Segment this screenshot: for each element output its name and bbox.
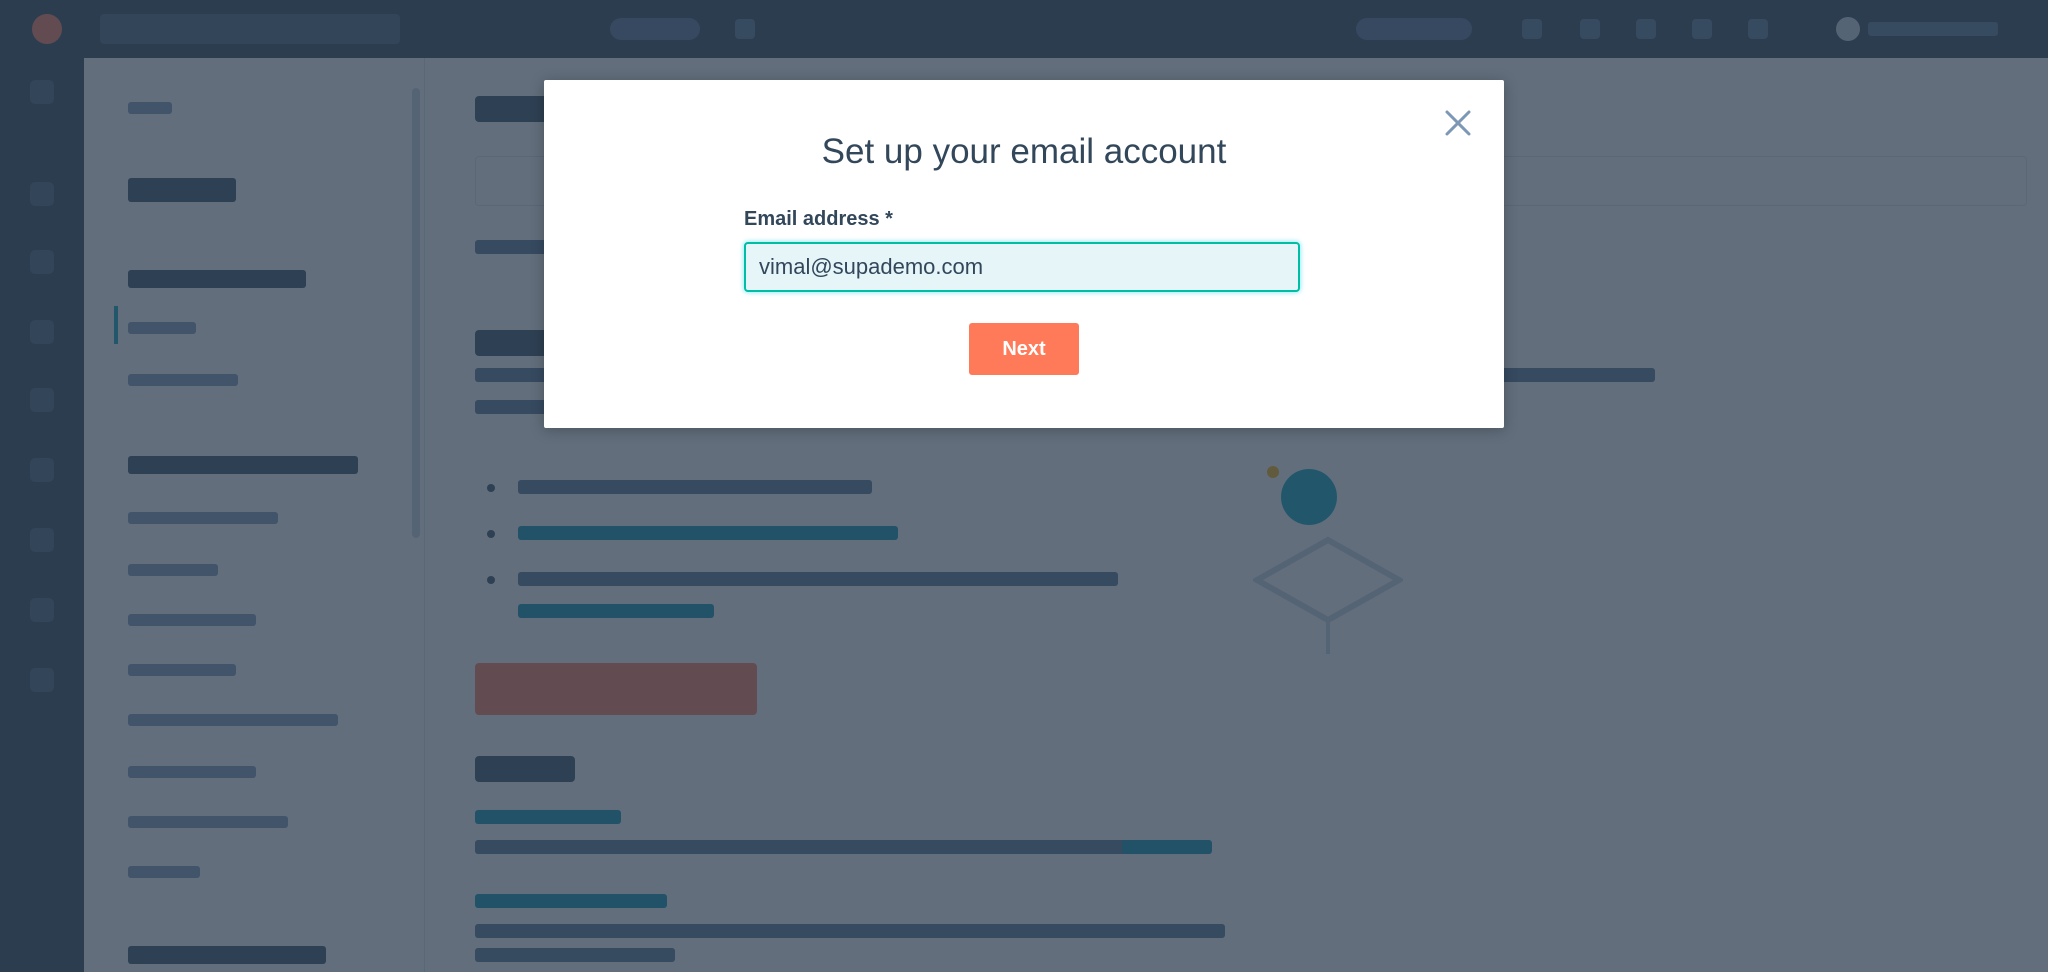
next-button[interactable]: Next — [969, 323, 1079, 375]
email-setup-modal: Set up your email account Email address … — [544, 80, 1504, 428]
email-address-label: Email address * — [744, 208, 893, 230]
modal-title: Set up your email account — [821, 132, 1227, 171]
email-address-input[interactable] — [744, 242, 1300, 292]
